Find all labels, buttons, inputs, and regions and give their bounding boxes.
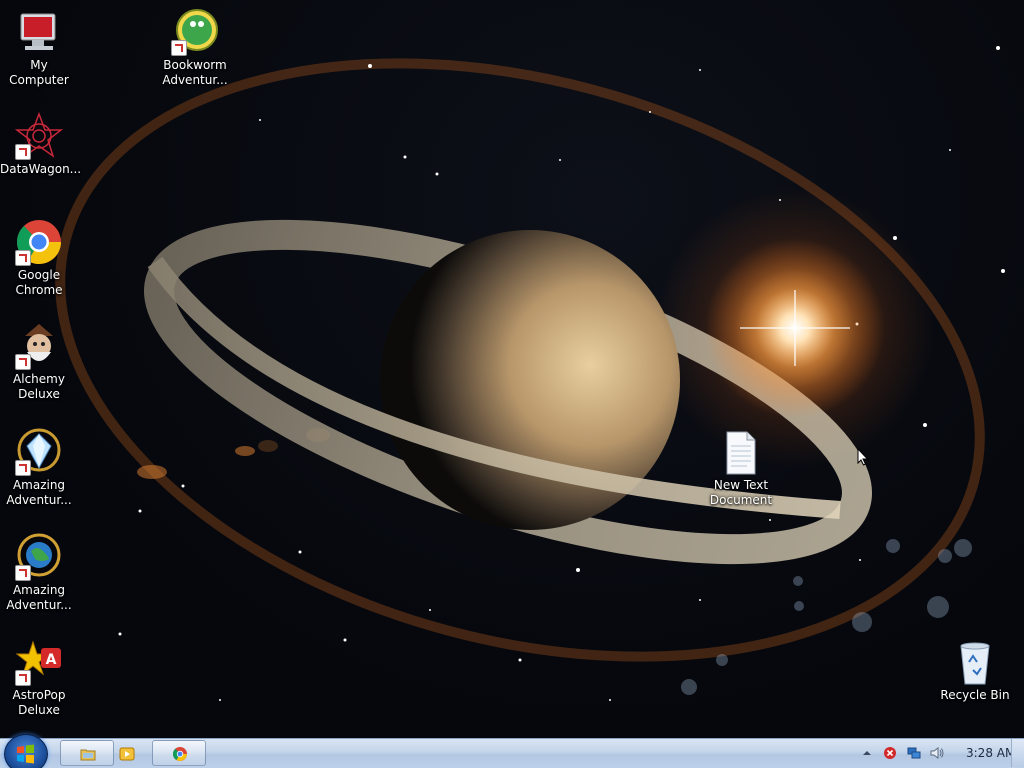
chrome-icon	[172, 747, 187, 761]
desktop-wallpaper[interactable]: My Computer Bookworm Adventur... DataWag…	[0, 0, 1024, 738]
taskbar-chrome-button[interactable]	[152, 740, 206, 766]
desktop-icon-label: New Text Document	[709, 478, 773, 507]
saturn-wallpaper-art	[55, 46, 1005, 701]
shortcut-arrow-icon	[171, 40, 187, 56]
network-icon[interactable]	[907, 746, 921, 760]
desktop-icon-label: Google Chrome	[15, 268, 63, 297]
shortcut-arrow-icon	[15, 144, 31, 160]
computer-icon	[15, 8, 63, 56]
show-desktop-button[interactable]	[1011, 739, 1024, 767]
shortcut-arrow-icon	[15, 565, 31, 581]
desktop-icon-google-chrome[interactable]: Google Chrome	[0, 218, 78, 298]
mouse-cursor-icon	[857, 448, 869, 466]
system-clock[interactable]: 3:28 AM	[966, 746, 1015, 760]
windows-start-icon[interactable]	[4, 734, 48, 768]
desktop-icon-my-computer[interactable]: My Computer	[0, 8, 78, 88]
desktop-icon-label: Recycle Bin	[940, 688, 1010, 702]
diamond-icon	[15, 428, 63, 476]
volume-icon[interactable]	[930, 746, 944, 760]
show-hidden-icons-icon[interactable]	[860, 746, 874, 760]
text-document-icon	[717, 428, 765, 476]
globe-icon	[15, 533, 63, 581]
desktop-icon-label: Amazing Adventur...	[6, 478, 72, 507]
desktop-icon-label: Bookworm Adventur...	[162, 58, 228, 87]
desktop-icon-label: Alchemy Deluxe	[13, 372, 65, 401]
desktop-icon-label: My Computer	[9, 58, 69, 87]
desktop-icon-alchemy-deluxe[interactable]: Alchemy Deluxe	[0, 322, 78, 402]
folder-icon	[80, 749, 96, 761]
desktop-icon-label: AstroPop Deluxe	[12, 688, 66, 717]
svg-text:A: A	[46, 652, 57, 668]
taskbar: 3:28 AM	[0, 734, 1024, 768]
desktop-icon-label: DataWagon...	[0, 162, 82, 176]
astropop-icon: A	[15, 638, 63, 686]
shortcut-arrow-icon	[15, 354, 31, 370]
desktop-icon-astropop-deluxe[interactable]: A AstroPop Deluxe	[0, 638, 78, 718]
shortcut-arrow-icon	[15, 460, 31, 476]
alchemy-icon	[15, 322, 63, 370]
desktop-icon-recycle-bin[interactable]: Recycle Bin	[936, 638, 1014, 703]
desktop-icon-label: Amazing Adventur...	[6, 583, 72, 612]
shortcut-arrow-icon	[15, 250, 31, 266]
bookworm-icon	[171, 8, 219, 56]
desktop-icon-datawagon[interactable]: DataWagon...	[0, 111, 82, 177]
recycle-bin-icon	[951, 638, 999, 686]
taskbar-media-player-button[interactable]	[106, 740, 146, 766]
media-player-icon	[119, 747, 135, 761]
chrome-icon	[15, 218, 63, 266]
shortcut-arrow-icon	[15, 670, 31, 686]
desktop-icon-new-text-document[interactable]: New Text Document	[702, 428, 780, 508]
datawagon-icon	[14, 111, 64, 160]
security-alert-icon[interactable]	[883, 746, 897, 760]
desktop-icon-amazing-adventures-1[interactable]: Amazing Adventur...	[0, 428, 78, 508]
desktop-icon-bookworm[interactable]: Bookworm Adventur...	[156, 8, 234, 88]
desktop-icon-amazing-adventures-2[interactable]: Amazing Adventur...	[0, 533, 78, 613]
